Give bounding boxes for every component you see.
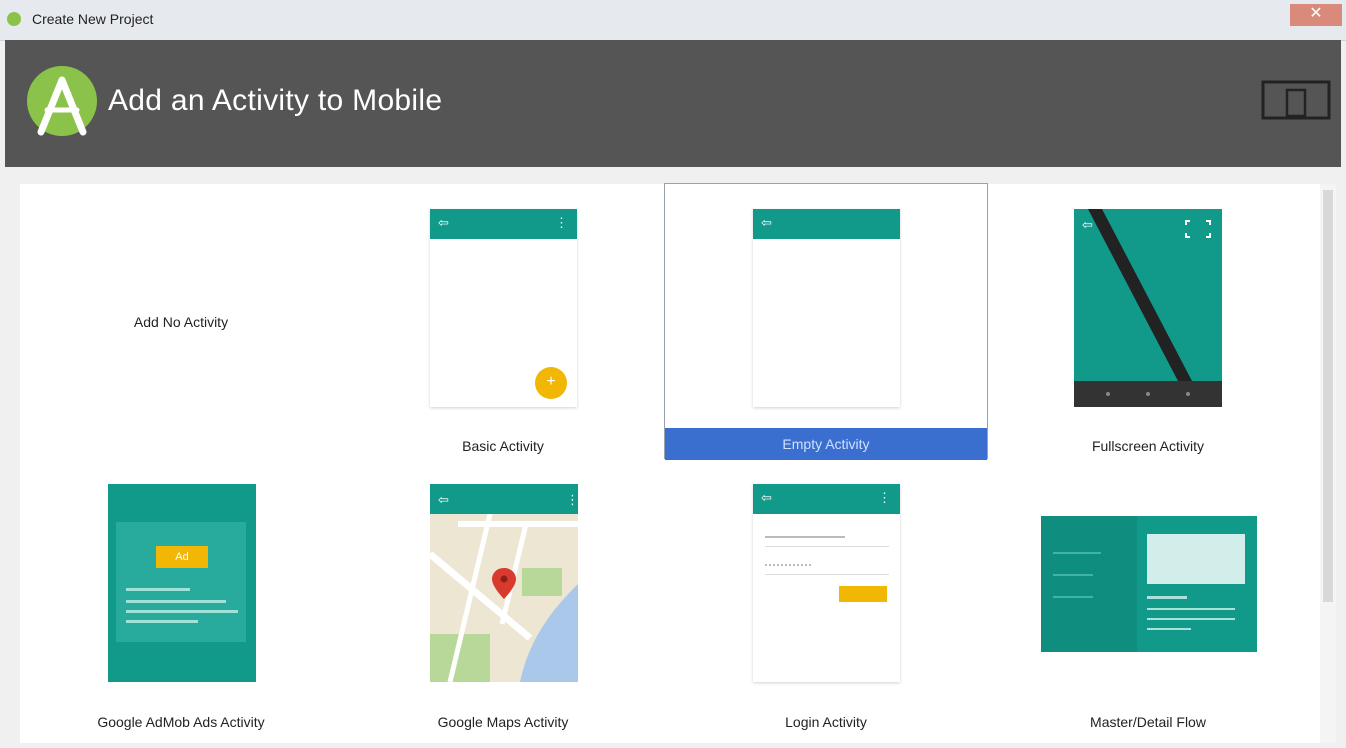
fab-icon: + [535, 367, 567, 399]
activity-tile-fullscreen[interactable]: ⇦ Fullscreen Activity [987, 184, 1309, 458]
preview-app-bar: ⇦ [753, 209, 900, 239]
email-field-line [765, 546, 889, 547]
activity-label: Google Maps Activity [437, 714, 569, 730]
password-field-placeholder [765, 564, 811, 568]
ad-card: Ad [116, 522, 246, 642]
back-arrow-icon: ⇦ [761, 215, 772, 230]
svg-text:⇦: ⇦ [438, 493, 449, 508]
overflow-menu-icon: ⋮ [878, 490, 891, 505]
activity-tile-add-no-activity[interactable]: Add No Activity [20, 184, 342, 458]
ad-line [126, 620, 198, 623]
page-title: Add an Activity to Mobile [108, 84, 443, 117]
activity-label: Fullscreen Activity [1091, 438, 1205, 454]
ad-badge: Ad [156, 546, 208, 568]
login-activity-preview: ⇦ ⋮ [753, 484, 900, 682]
activity-tile-login[interactable]: ⇦ ⋮ Login Activity [665, 474, 987, 748]
android-studio-small-icon [7, 12, 21, 26]
wizard-header: Add an Activity to Mobile [5, 40, 1341, 167]
empty-activity-preview: ⇦ [753, 209, 900, 407]
activity-tile-master-detail[interactable]: Master/Detail Flow [987, 474, 1309, 748]
window-titlebar: Create New Project ✕ [0, 0, 1346, 41]
android-studio-icon [27, 66, 97, 136]
svg-text:⇦: ⇦ [1082, 218, 1093, 233]
gallery-scrollbar[interactable] [1320, 184, 1336, 743]
preview-app-bar: ⇦ ⋮ [430, 209, 577, 239]
activity-label: Basic Activity [462, 438, 544, 454]
master-detail-preview [1041, 516, 1257, 652]
basic-activity-preview: ⇦ ⋮ + [430, 209, 577, 407]
close-window-button[interactable]: ✕ [1290, 4, 1342, 26]
activity-tile-maps[interactable]: ⇦ ⋮ Google Maps Activity [342, 474, 664, 748]
back-arrow-icon: ⇦ [761, 490, 772, 505]
activity-tile-admob[interactable]: Ad Google AdMob Ads Activity [20, 474, 342, 748]
ad-line [126, 600, 226, 603]
sign-in-button-preview [839, 586, 887, 602]
window-title: Create New Project [32, 11, 154, 27]
svg-text:⋮: ⋮ [566, 493, 578, 508]
email-field-placeholder [765, 536, 845, 538]
admob-activity-preview: Ad [108, 484, 256, 682]
activity-gallery: Add No Activity ⇦ ⋮ + Basic Activity ⇦ E… [20, 183, 1320, 743]
activity-label-selected: Empty Activity [665, 428, 987, 460]
scrollbar-thumb[interactable] [1323, 190, 1333, 602]
activity-tile-empty[interactable]: ⇦ Empty Activity [664, 183, 988, 460]
activity-label: Master/Detail Flow [1090, 714, 1206, 730]
fullscreen-activity-preview: ⇦ [1074, 209, 1222, 407]
ad-line [126, 588, 190, 591]
back-arrow-icon: ⇦ [438, 215, 449, 230]
activity-tile-basic[interactable]: ⇦ ⋮ + Basic Activity [342, 184, 664, 458]
ad-line [126, 610, 238, 613]
activity-label: Google AdMob Ads Activity [97, 714, 265, 730]
maps-activity-preview: ⇦ ⋮ [430, 484, 578, 682]
activity-label: Add No Activity [133, 314, 229, 330]
overflow-menu-icon: ⋮ [555, 215, 568, 230]
phone-tablet-icon [1261, 80, 1331, 120]
password-field-line [765, 574, 889, 575]
preview-app-bar: ⇦ ⋮ [753, 484, 900, 514]
activity-label: Login Activity [785, 714, 867, 730]
